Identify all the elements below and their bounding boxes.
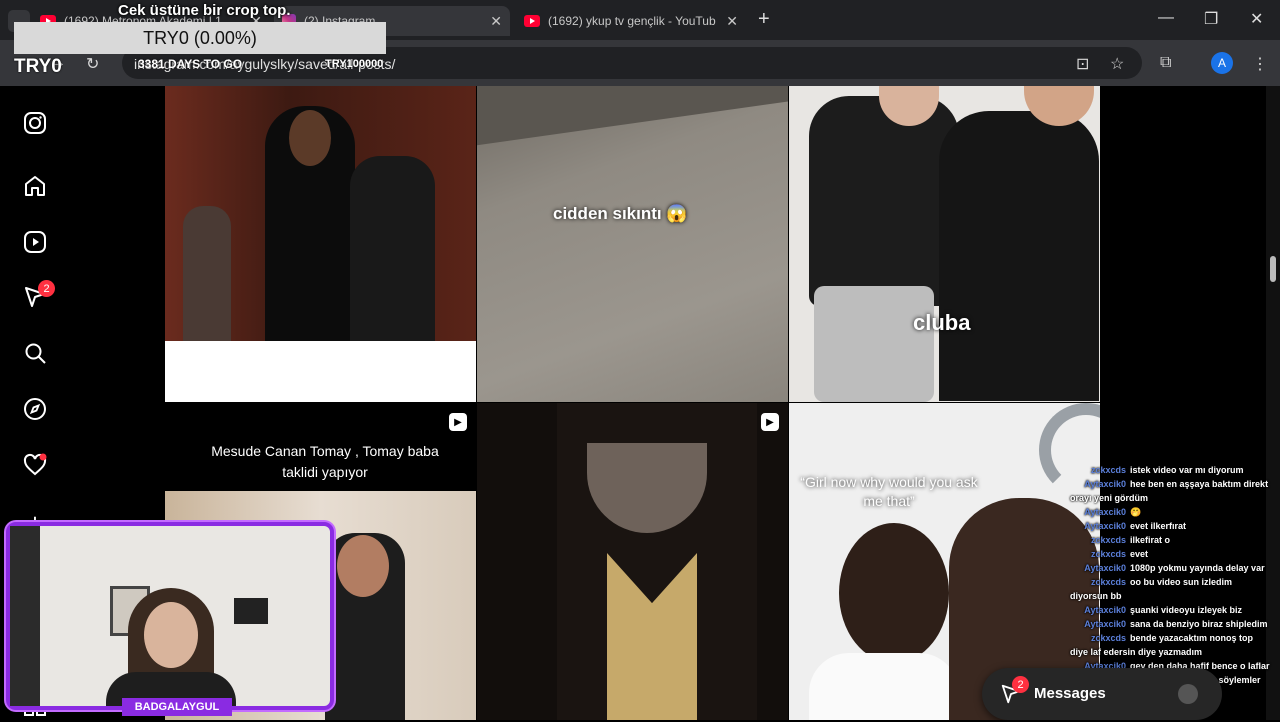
messages-button[interactable]: 2 Messages: [982, 668, 1222, 720]
close-tab-icon[interactable]: ✕: [490, 13, 502, 29]
close-tab-icon[interactable]: ✕: [726, 13, 738, 29]
webcam-overlay: [6, 522, 334, 710]
post-caption: cidden sıkıntı 😱: [553, 204, 688, 223]
chat-message: Aytaxcik0 sana da benziyo biraz shipledim: [1084, 619, 1268, 629]
home-icon[interactable]: [22, 173, 48, 199]
chat-message: Aytaxcik0 🤭: [1084, 507, 1142, 517]
scrollbar-thumb[interactable]: [1270, 256, 1276, 282]
search-icon[interactable]: [22, 340, 48, 366]
post-thumbnail[interactable]: cidden sıkıntı 😱: [477, 86, 788, 402]
chat-message: Aytaxcik0 1080p yokmu yayında delay var: [1084, 563, 1265, 573]
chat-message: zckxcds ilkefirat o: [1090, 535, 1171, 545]
webcam-name-tag: BADGALAYGUL: [122, 698, 232, 716]
chat-message: zckxcds bende yazacaktım nonoş top diye l…: [1070, 633, 1254, 657]
notifications-heart-icon[interactable]: [22, 452, 48, 478]
bookmark-star-icon[interactable]: ☆: [1110, 54, 1124, 74]
profile-avatar[interactable]: A: [1211, 52, 1233, 74]
stream-chat: zckxcds istek video var mı diyorum Aytaxc…: [1070, 463, 1270, 701]
reel-play-icon: ▶: [449, 413, 467, 431]
donation-goal-progress: TRY0 (0.00%): [14, 22, 386, 54]
reel-play-icon: ▶: [761, 413, 779, 431]
youtube-icon: [524, 15, 540, 27]
chat-message: zckxcds oo bu video sun izledim diyorsun …: [1070, 577, 1233, 601]
messages-label: Messages: [1034, 685, 1106, 702]
post-thumbnail[interactable]: cluba: [789, 86, 1100, 402]
minimize-icon[interactable]: —: [1158, 9, 1174, 27]
messages-badge: 2: [1012, 676, 1029, 693]
reels-icon[interactable]: [22, 229, 48, 255]
post-thumbnail[interactable]: [165, 86, 476, 402]
post-caption: “Girl now why would you ask me that”: [800, 474, 978, 509]
avatar: [1178, 684, 1198, 704]
notification-badge: 2: [38, 280, 55, 297]
browser-tab-youtube[interactable]: (1692) ykup tv gençlik - YouTub ✕: [516, 6, 746, 36]
post-thumbnail[interactable]: ▶: [477, 403, 788, 720]
chat-message: Aytaxcik0 evet ilkerfırat: [1084, 521, 1187, 531]
instagram-logo-icon[interactable]: [22, 110, 48, 136]
wall-tv: [234, 598, 268, 624]
chat-message: Aytaxcik0 şuanki videoyu izleyek biz: [1084, 605, 1243, 615]
install-app-icon[interactable]: ⊡: [1076, 54, 1089, 74]
post-caption: cluba: [913, 310, 971, 335]
more-menu-icon[interactable]: ⋮: [1252, 54, 1268, 74]
stream-overlay-title: Cek üstüne bir crop top.: [118, 2, 291, 19]
restore-icon[interactable]: ❐: [1204, 9, 1218, 29]
close-window-icon[interactable]: ✕: [1250, 9, 1263, 29]
donation-goal-target: TRY100000: [325, 58, 384, 70]
chat-message: zckxcds evet: [1090, 549, 1149, 559]
donation-goal-label: TRY0: [14, 56, 62, 77]
extensions-icon[interactable]: ⧉: [1160, 54, 1171, 72]
direct-messages-icon[interactable]: 2: [22, 280, 55, 310]
donation-days-remaining: 3381 DAYS TO GO: [138, 57, 243, 71]
chat-message: Aytaxcik0 hee ben en aşşaya baktım direkt…: [1070, 479, 1269, 503]
reload-icon[interactable]: ↻: [86, 54, 99, 74]
explore-compass-icon[interactable]: [22, 396, 48, 422]
tab-title: (1692) ykup tv gençlik - YouTub: [548, 14, 716, 28]
new-tab-button[interactable]: +: [758, 8, 770, 31]
post-caption: Mesude Canan Tomay , Tomay baba taklidi …: [211, 443, 439, 480]
chat-message: zckxcds istek video var mı diyorum: [1090, 465, 1244, 475]
